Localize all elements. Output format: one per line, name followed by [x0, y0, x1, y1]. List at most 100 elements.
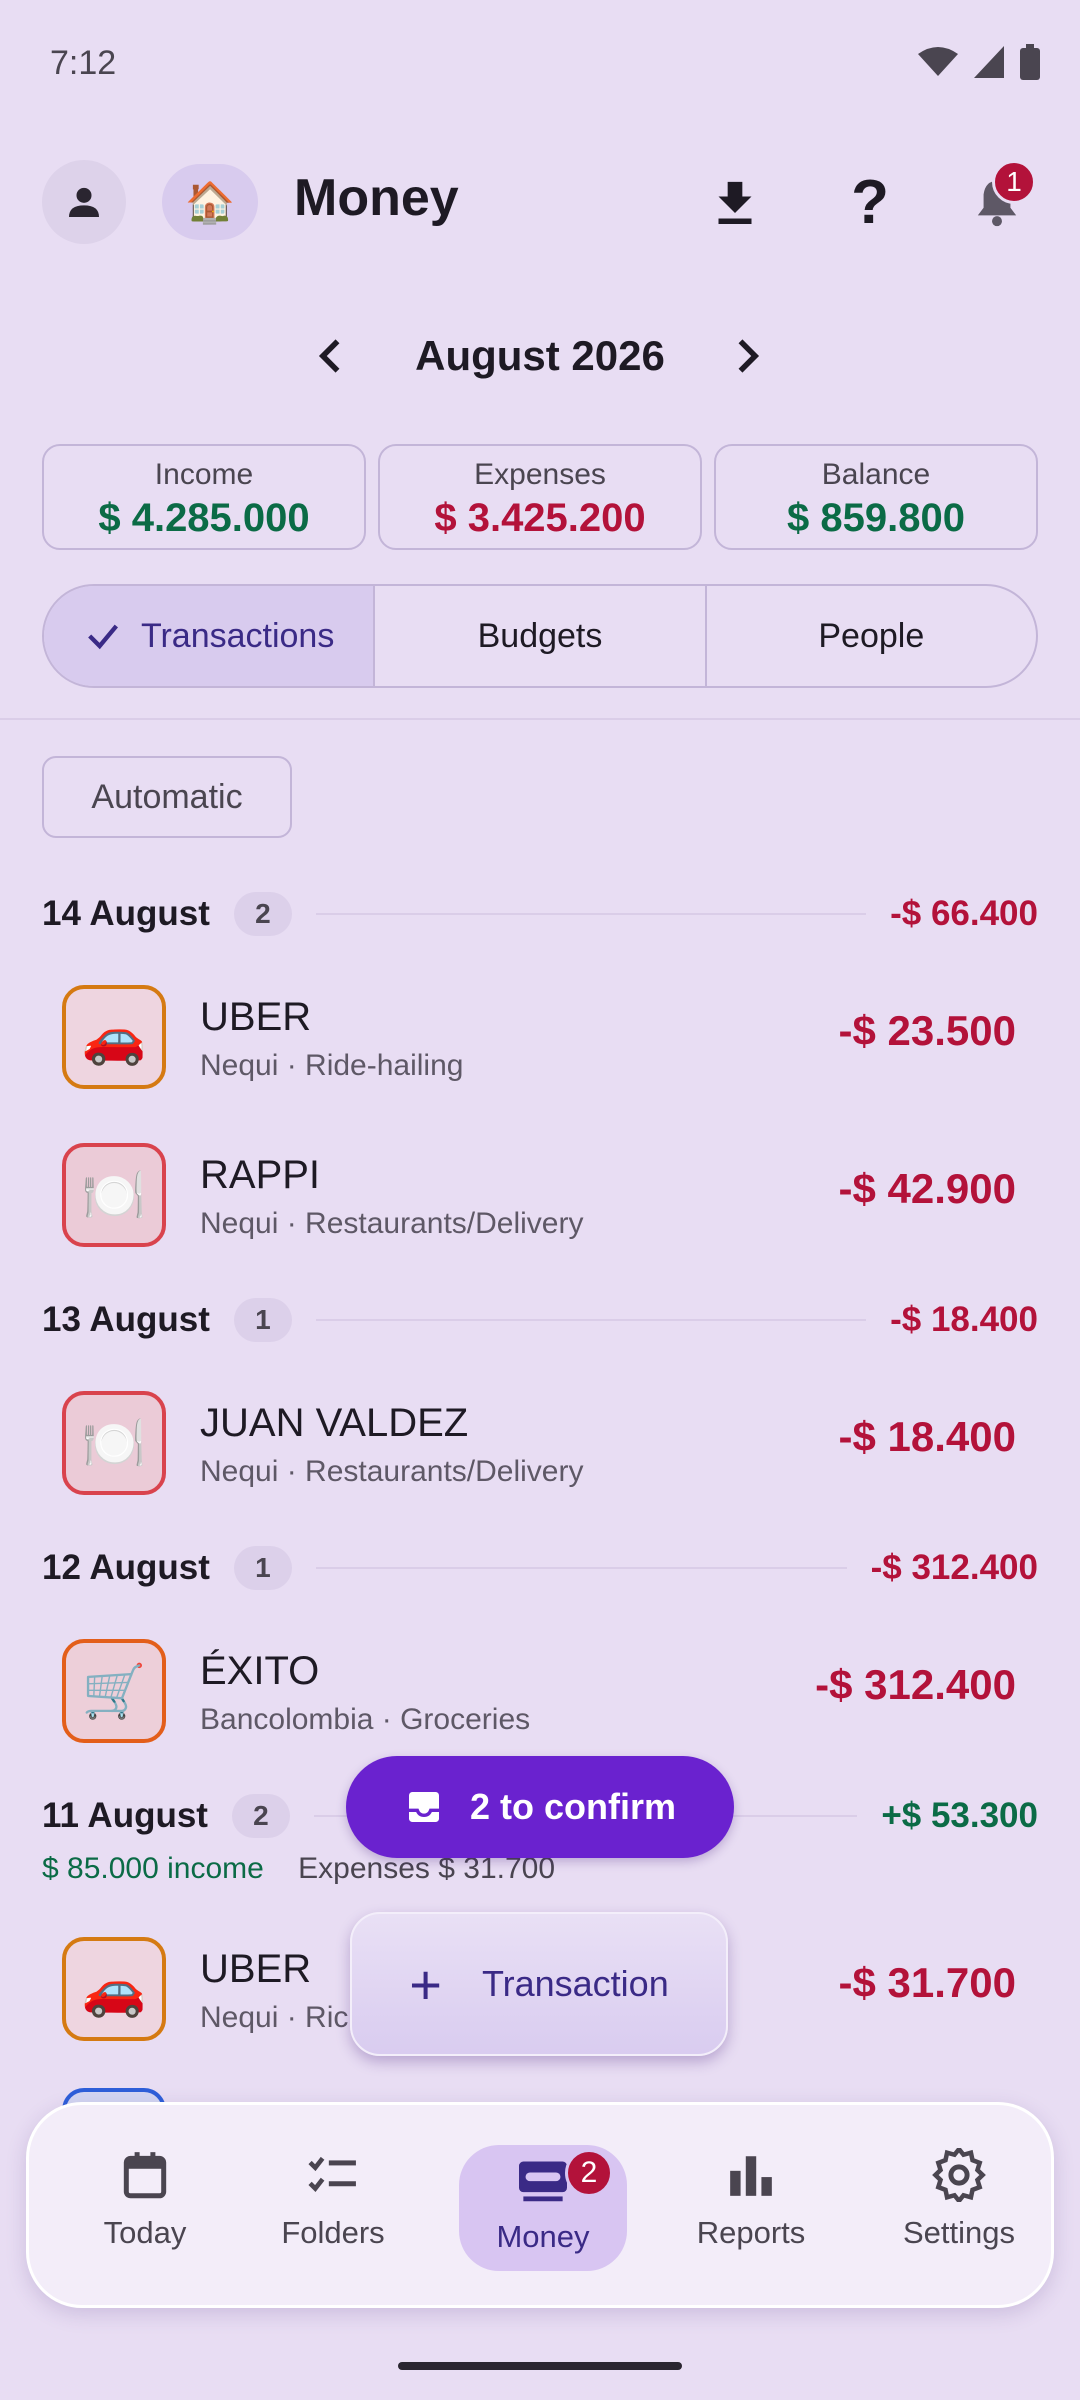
- expenses-value: $ 3.425.200: [434, 496, 646, 540]
- count-badge: 1: [233, 1546, 292, 1590]
- help-button[interactable]: ?: [828, 160, 912, 244]
- transaction-name: RAPPI: [200, 1153, 321, 1197]
- nav-money-label: Money: [496, 2219, 590, 2254]
- inbox-icon: [408, 1792, 439, 1822]
- status-icons: [918, 44, 1040, 80]
- transaction-row[interactable]: 🛒 ÉXITO Bancolombia · Groceries -$ 312.4…: [0, 1609, 1080, 1759]
- nav-settings[interactable]: Settings: [879, 2143, 1039, 2251]
- day-total: -$ 312.400: [870, 1548, 1038, 1587]
- add-transaction-button[interactable]: + Transaction: [350, 1912, 728, 2056]
- divider: [315, 1567, 847, 1569]
- tab-budgets[interactable]: Budgets: [375, 586, 707, 686]
- date-label: 12 August: [42, 1548, 210, 1587]
- bottom-navigation: Today Folders Money 2 Reports Settings: [26, 2102, 1054, 2308]
- divider: [0, 718, 1080, 720]
- month-label: August 2026: [415, 332, 665, 379]
- tab-transactions-label: Transactions: [140, 616, 335, 655]
- gear-icon: [879, 2143, 1039, 2207]
- page-title: Money: [294, 169, 459, 227]
- tab-budgets-label: Budgets: [477, 616, 603, 655]
- cart-icon: 🛒: [62, 1639, 166, 1743]
- previous-month-button[interactable]: [310, 334, 354, 383]
- chevron-left-icon: [318, 339, 340, 373]
- tab-transactions[interactable]: Transactions: [44, 586, 376, 686]
- count-badge: 2: [231, 1794, 290, 1838]
- date-label: 13 August: [42, 1300, 210, 1339]
- automatic-filter-chip[interactable]: Automatic: [42, 756, 292, 838]
- income-card: Income $ 4.285.000: [42, 444, 366, 550]
- chevron-right-icon: [738, 339, 760, 373]
- car-icon: 🚗: [62, 985, 166, 1089]
- count-badge: 2: [233, 892, 292, 936]
- transaction-subtitle: Nequi · Restaurants/Delivery: [200, 1207, 584, 1240]
- tab-people[interactable]: People: [707, 586, 1036, 686]
- transaction-amount: -$ 31.700: [838, 1959, 1016, 2006]
- checklist-icon: [253, 2143, 413, 2207]
- profile-button[interactable]: [42, 160, 126, 244]
- status-time: 7:12: [50, 44, 117, 82]
- transaction-name: JUAN VALDEZ: [200, 1401, 469, 1445]
- date-header: 13 August 1 -$ 18.400: [42, 1290, 1038, 1350]
- balance-card: Balance $ 859.800: [714, 444, 1038, 550]
- expenses-label: Expenses: [474, 458, 606, 491]
- bar-chart-icon: [671, 2143, 831, 2207]
- divider: [315, 1319, 867, 1321]
- transaction-name: UBER: [200, 1947, 312, 1991]
- signal-icon: [974, 46, 1004, 78]
- money-badge: 2: [565, 2149, 613, 2197]
- person-icon: [69, 187, 99, 217]
- download-icon: [718, 181, 752, 224]
- download-button[interactable]: [693, 160, 777, 244]
- transaction-name: ÉXITO: [200, 1649, 320, 1693]
- transaction-subtitle: Nequi · Restaurants/Delivery: [200, 1455, 584, 1488]
- balance-value: $ 859.800: [787, 496, 965, 540]
- transaction-row[interactable]: 🚗 UBER Nequi · Ride-hailing -$ 23.500: [0, 955, 1080, 1105]
- home-icon: 🏠: [185, 180, 235, 225]
- date-header: 12 August 1 -$ 312.400: [42, 1538, 1038, 1598]
- day-total: +$ 53.300: [881, 1796, 1038, 1835]
- transaction-subtitle: Nequi · Ride-hailing: [200, 1049, 464, 1082]
- count-badge: 1: [233, 1298, 292, 1342]
- confirm-label: 2 to confirm: [469, 1786, 676, 1827]
- income-label: Income: [154, 458, 254, 491]
- transaction-row[interactable]: 🍽️ JUAN VALDEZ Nequi · Restaurants/Deliv…: [0, 1361, 1080, 1511]
- day-total: -$ 18.400: [890, 1300, 1038, 1339]
- notification-badge: 1: [992, 160, 1036, 204]
- transaction-row[interactable]: 🍽️ RAPPI Nequi · Restaurants/Delivery -$…: [0, 1113, 1080, 1263]
- divider: [315, 913, 867, 915]
- day-total: -$ 66.400: [890, 894, 1038, 933]
- home-indicator[interactable]: [398, 2362, 682, 2370]
- nav-folders-label: Folders: [281, 2215, 385, 2250]
- transaction-subtitle: Nequi · Ric: [200, 2001, 349, 2034]
- wifi-icon: [918, 47, 958, 76]
- restaurant-icon: 🍽️: [62, 1143, 166, 1247]
- home-button[interactable]: 🏠: [162, 164, 258, 240]
- day-income-note: $ 85.000 income: [42, 1852, 264, 1885]
- nav-today[interactable]: Today: [65, 2143, 225, 2251]
- restaurant-icon: 🍽️: [62, 1391, 166, 1495]
- check-icon: [83, 616, 123, 656]
- date-label: 11 August: [42, 1796, 208, 1835]
- tab-people-label: People: [818, 616, 925, 655]
- nav-folders[interactable]: Folders: [253, 2143, 413, 2251]
- view-tabs: Transactions Budgets People: [42, 584, 1038, 688]
- income-value: $ 4.285.000: [98, 496, 310, 540]
- nav-reports[interactable]: Reports: [671, 2143, 831, 2251]
- next-month-button[interactable]: [724, 334, 768, 383]
- nav-settings-label: Settings: [902, 2215, 1015, 2250]
- transaction-amount: -$ 42.900: [838, 1165, 1016, 1212]
- calendar-icon: [65, 2143, 225, 2207]
- date-header: 14 August 2 -$ 66.400: [42, 884, 1038, 944]
- car-icon: 🚗: [62, 1937, 166, 2041]
- date-label: 14 August: [42, 894, 210, 933]
- transaction-amount: -$ 23.500: [838, 1007, 1016, 1054]
- confirm-pending-button[interactable]: 2 to confirm: [346, 1756, 734, 1858]
- transaction-subtitle: Bancolombia · Groceries: [200, 1703, 531, 1736]
- battery-icon: [1020, 44, 1040, 80]
- add-transaction-label: Transaction: [481, 1963, 669, 2004]
- help-icon: ?: [851, 167, 889, 237]
- expenses-card: Expenses $ 3.425.200: [378, 444, 702, 550]
- balance-label: Balance: [821, 458, 931, 491]
- transaction-name: UBER: [200, 995, 312, 1039]
- plus-icon: +: [409, 1952, 442, 2016]
